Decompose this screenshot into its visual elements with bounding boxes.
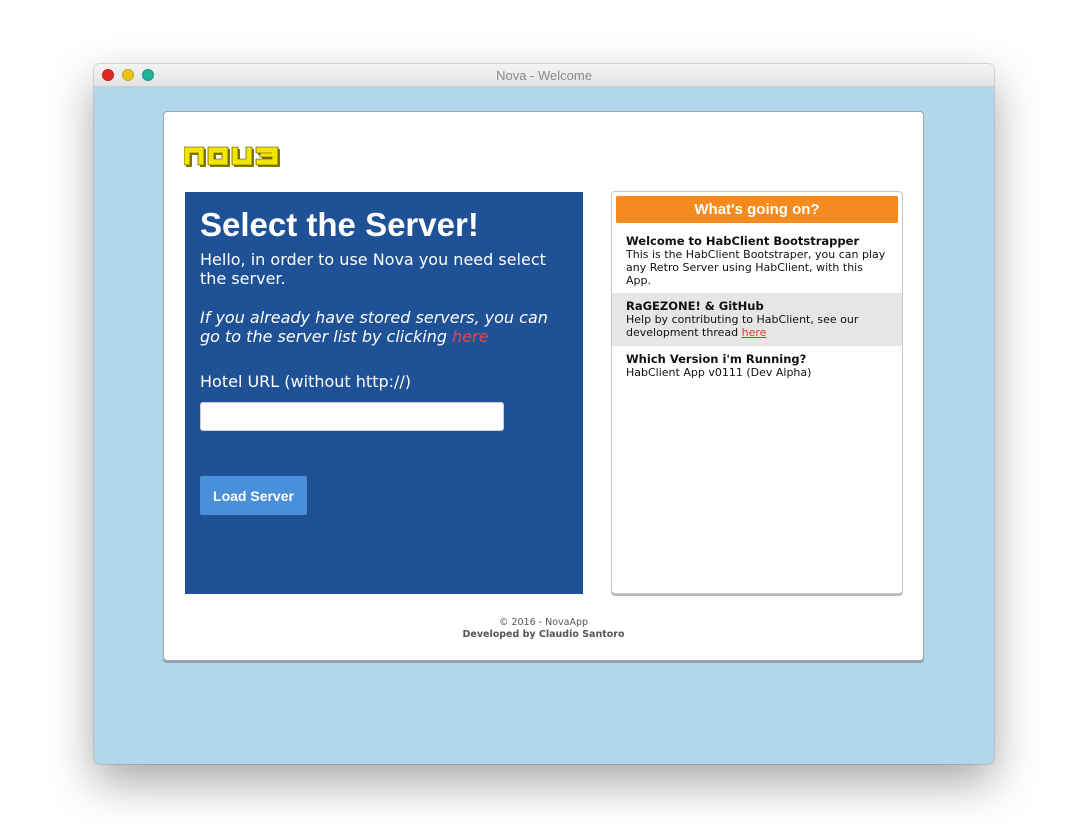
developer-credit: Developed by Claudio Santoro: [462, 629, 625, 640]
load-server-button[interactable]: Load Server: [200, 476, 307, 515]
intro-text: Hello, in order to use Nova you need sel…: [200, 250, 546, 288]
news-item: Which Version i'm Running? HabClient App…: [612, 352, 902, 380]
page-heading: Select the Server!: [200, 206, 479, 243]
stored-servers-text: If you already have stored servers, you …: [200, 308, 572, 346]
server-selection-panel: Select the Server! Hello, in order to us…: [185, 192, 583, 594]
news-panel: What's going on? Welcome to HabClient Bo…: [611, 191, 903, 594]
window-title: Nova - Welcome: [496, 68, 592, 83]
news-item-title: Which Version i'm Running?: [626, 352, 807, 366]
news-item-title: RaGEZONE! & GitHub: [626, 299, 764, 313]
news-item-body: This is the HabClient Bootstraper, you c…: [626, 248, 886, 287]
development-thread-link[interactable]: here: [742, 326, 767, 339]
app-window: Nova - Welcome Select the Server! Hello,…: [94, 64, 994, 764]
hotel-url-input[interactable]: [200, 402, 504, 431]
footer: © 2016 - NovaApp Developed by Claudio Sa…: [164, 617, 923, 641]
news-item: RaGEZONE! & GitHub Help by contributing …: [612, 293, 902, 346]
nova-logo: [184, 146, 280, 167]
server-list-link[interactable]: here: [452, 327, 488, 346]
news-header: What's going on?: [616, 196, 898, 223]
main-card: Select the Server! Hello, in order to us…: [163, 111, 924, 661]
hotel-url-label: Hotel URL (without http://): [200, 372, 412, 391]
title-bar: Nova - Welcome: [94, 64, 994, 87]
news-item-body: Help by contributing to HabClient, see o…: [626, 313, 888, 339]
news-item-title: Welcome to HabClient Bootstrapper: [626, 234, 860, 248]
copyright-text: © 2016 - NovaApp: [498, 617, 589, 628]
news-item-body: HabClient App v0111 (Dev Alpha): [626, 366, 812, 379]
stored-servers-prefix: If you already have stored servers, you …: [200, 308, 548, 346]
news-item: Welcome to HabClient Bootstrapper This i…: [612, 234, 902, 288]
